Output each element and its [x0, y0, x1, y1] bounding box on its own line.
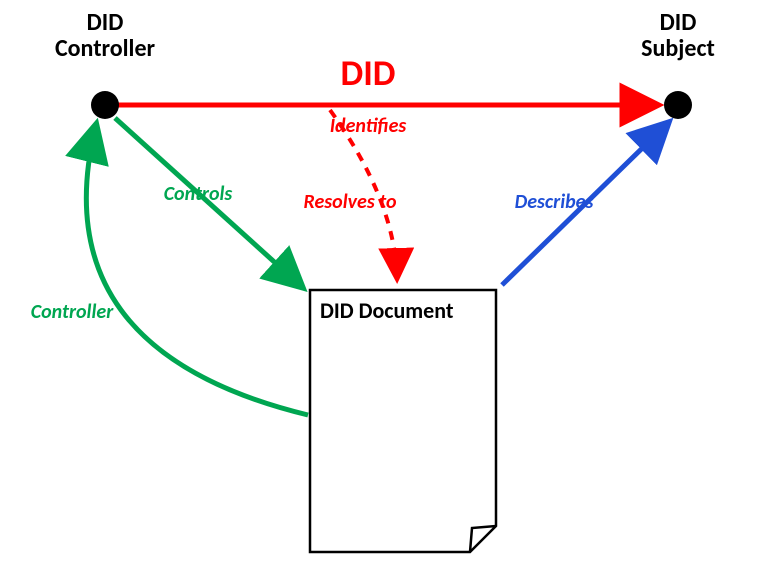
- controller-arrow: [86, 125, 308, 415]
- did-document-label: DID Document: [320, 297, 454, 324]
- subject-node: [664, 91, 692, 119]
- describes-label: Describes: [515, 190, 594, 214]
- subject-title-line1: DID: [660, 8, 697, 37]
- resolves-to-label: Resolves to: [304, 190, 397, 214]
- controller-title-line2: Controller: [55, 34, 156, 63]
- did-document-node: DID Document: [310, 290, 496, 552]
- controller-title-line1: DID: [87, 8, 124, 37]
- controller-node: [91, 91, 119, 119]
- subject-title-line2: Subject: [641, 34, 715, 63]
- controller-edge-label: Controller: [31, 300, 114, 324]
- controls-label: Controls: [164, 182, 233, 206]
- did-label: DID: [341, 51, 396, 95]
